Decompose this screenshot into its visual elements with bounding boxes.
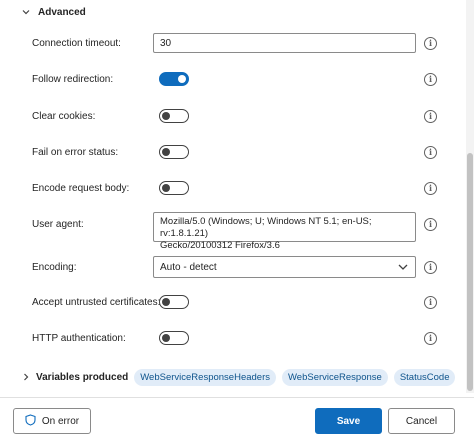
info-icon[interactable]: i xyxy=(424,260,437,274)
clear-cookies-row: Clear cookies: i xyxy=(32,106,442,126)
info-icon[interactable]: i xyxy=(424,145,437,159)
connection-timeout-label: Connection timeout: xyxy=(32,37,121,49)
on-error-label: On error xyxy=(41,415,80,427)
clear-cookies-label: Clear cookies: xyxy=(32,110,96,122)
variable-chip[interactable]: StatusCode xyxy=(393,368,456,386)
info-icon[interactable]: i xyxy=(424,331,437,345)
encode-request-body-row: Encode request body: i xyxy=(32,178,442,198)
accept-untrusted-label: Accept untrusted certificates: xyxy=(32,296,161,308)
variable-chip[interactable]: WebServiceResponse xyxy=(282,368,388,386)
variables-produced-section: Variables produced WebServiceResponseHea… xyxy=(20,367,461,387)
advanced-parameters-panel: Advanced Connection timeout: 30 i Follow… xyxy=(0,0,474,443)
encoding-selected-value: Auto - detect xyxy=(160,261,217,273)
encoding-label: Encoding: xyxy=(32,261,77,273)
chevron-right-icon[interactable] xyxy=(20,371,32,383)
follow-redirection-label: Follow redirection: xyxy=(32,73,114,85)
advanced-section-title: Advanced xyxy=(38,6,86,18)
follow-redirection-toggle[interactable] xyxy=(159,72,189,86)
follow-redirection-row: Follow redirection: i xyxy=(32,69,442,89)
encoding-row: Encoding: Auto - detect i xyxy=(32,256,442,278)
chevron-down-icon xyxy=(397,261,409,276)
connection-timeout-row: Connection timeout: 30 i xyxy=(32,33,442,53)
advanced-section-header[interactable]: Advanced xyxy=(20,6,86,18)
http-auth-toggle[interactable] xyxy=(159,331,189,345)
encode-request-body-toggle[interactable] xyxy=(159,181,189,195)
scrollbar-thumb[interactable] xyxy=(467,153,473,391)
shield-icon xyxy=(25,413,36,429)
chevron-down-icon xyxy=(20,6,32,18)
cancel-button[interactable]: Cancel xyxy=(388,408,455,434)
clear-cookies-toggle[interactable] xyxy=(159,109,189,123)
info-icon[interactable]: i xyxy=(424,295,437,309)
variable-chip[interactable]: WebServiceResponseHeaders xyxy=(134,368,276,386)
footer-divider xyxy=(0,397,474,398)
info-icon[interactable]: i xyxy=(424,217,437,231)
connection-timeout-value: 30 xyxy=(160,37,172,49)
fail-on-error-label: Fail on error status: xyxy=(32,146,119,158)
user-agent-label: User agent: xyxy=(32,218,84,230)
fail-on-error-toggle[interactable] xyxy=(159,145,189,159)
connection-timeout-input[interactable]: 30 xyxy=(153,33,416,53)
variables-produced-title: Variables produced xyxy=(36,371,129,383)
accept-untrusted-row: Accept untrusted certificates: i xyxy=(32,292,442,312)
info-icon[interactable]: i xyxy=(424,36,437,50)
info-icon[interactable]: i xyxy=(424,181,437,195)
user-agent-input[interactable]: Mozilla/5.0 (Windows; U; Windows NT 5.1;… xyxy=(153,212,416,251)
user-agent-row: User agent: Mozilla/5.0 (Windows; U; Win… xyxy=(32,212,442,251)
info-icon[interactable]: i xyxy=(424,72,437,86)
encode-request-body-label: Encode request body: xyxy=(32,182,130,194)
encoding-dropdown[interactable]: Auto - detect xyxy=(153,256,416,278)
http-auth-label: HTTP authentication: xyxy=(32,332,126,344)
info-icon[interactable]: i xyxy=(424,109,437,123)
http-auth-row: HTTP authentication: i xyxy=(32,328,442,348)
accept-untrusted-toggle[interactable] xyxy=(159,295,189,309)
on-error-button[interactable]: On error xyxy=(13,408,91,434)
save-button[interactable]: Save xyxy=(315,408,382,434)
fail-on-error-row: Fail on error status: i xyxy=(32,142,442,162)
